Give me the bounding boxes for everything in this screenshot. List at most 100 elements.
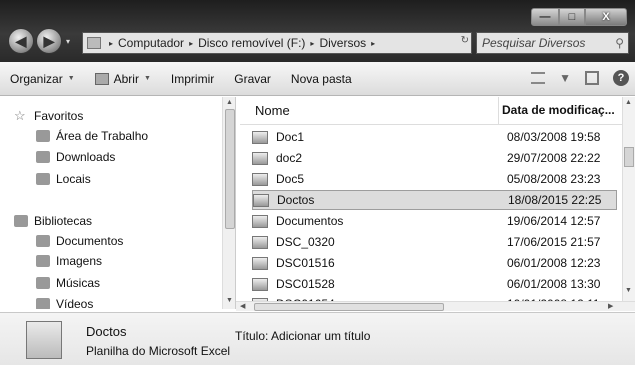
chevron-down-icon: ▼	[67, 75, 75, 82]
refresh-icon[interactable]: ↻	[461, 35, 469, 46]
organize-button[interactable]: Organizar ▼	[0, 62, 85, 95]
libraries-icon	[14, 215, 28, 227]
open-icon	[94, 72, 109, 85]
sidebar-item-downloads[interactable]: Downloads	[36, 148, 115, 166]
details-title-field[interactable]: Título: Adicionar um título	[235, 329, 370, 343]
sidebar-item-label: Imagens	[56, 254, 103, 268]
scroll-down-icon[interactable]: ▼	[226, 297, 233, 304]
file-row[interactable]: DSC01516 06/01/2008 12:23	[252, 254, 617, 272]
image-icon	[252, 277, 268, 291]
sidebar-item-locais[interactable]: Locais	[36, 170, 91, 188]
scroll-right-icon[interactable]: ▶	[608, 302, 613, 310]
music-icon	[36, 277, 50, 289]
preview-pane-icon[interactable]	[585, 71, 599, 85]
sidebar-favorites[interactable]: ☆ Favoritos	[14, 107, 84, 125]
star-icon: ☆	[14, 108, 26, 123]
file-list: Nome Data de modificaç... Doc1 08/03/200…	[240, 97, 635, 309]
scrollbar-thumb[interactable]	[624, 147, 634, 167]
doc-icon	[252, 130, 268, 144]
sidebar-item-videos[interactable]: Vídeos	[36, 295, 93, 309]
sidebar-scrollbar[interactable]: ▲ ▼	[222, 97, 235, 309]
back-button[interactable]: ◀	[8, 28, 34, 54]
sidebar-item-label: Músicas	[56, 276, 101, 290]
sidebar-item-label: Downloads	[56, 150, 116, 164]
sidebar-item-label: Área de Trabalho	[56, 129, 149, 143]
explorer-window: — □ X ◀ ▶ ▾ ▸ Computador ▸ Disco removív…	[0, 0, 635, 365]
maximize-button[interactable]: □	[559, 8, 585, 26]
file-date: 06/01/2008 13:30	[507, 277, 601, 291]
view-controls: ▼ ?	[531, 70, 629, 86]
file-date: 18/08/2015 22:25	[508, 193, 602, 207]
column-divider[interactable]	[498, 97, 499, 125]
file-row[interactable]: DSC01528 06/01/2008 13:30	[252, 275, 617, 293]
details-pane: Doctos Planilha do Microsoft Excel Títul…	[0, 312, 635, 365]
documents-icon	[36, 235, 50, 247]
folder-icon	[87, 37, 101, 49]
file-name: DSC01528	[276, 277, 335, 291]
sidebar-item-desktop[interactable]: Área de Trabalho	[36, 127, 148, 145]
sidebar-item-label: Vídeos	[56, 297, 94, 309]
open-button[interactable]: Abrir ▼	[85, 62, 161, 95]
search-input[interactable]: Pesquisar Diversos ⚲	[476, 32, 629, 54]
recent-pages-dropdown[interactable]: ▾	[66, 37, 70, 46]
breadcrumb-diversos[interactable]: Diversos	[316, 36, 369, 50]
column-header-date[interactable]: Data de modificaç...	[502, 103, 615, 117]
file-row-selected[interactable]: Doctos 18/08/2015 22:25	[252, 190, 617, 210]
new-folder-button[interactable]: Nova pasta	[281, 62, 362, 95]
change-view-icon[interactable]	[531, 72, 546, 84]
breadcrumb-separator[interactable]: ▸	[369, 39, 377, 48]
downloads-icon	[36, 151, 50, 163]
videos-icon	[36, 298, 50, 309]
horizontal-scrollbar[interactable]: ◀ ▶	[236, 301, 635, 311]
sidebar-item-label: Favoritos	[34, 109, 84, 123]
breadcrumb-computer[interactable]: Computador	[115, 36, 187, 50]
address-bar[interactable]: ▸ Computador ▸ Disco removível (F:) ▸ Di…	[82, 32, 472, 54]
image-icon	[252, 256, 268, 270]
sidebar-item-documents[interactable]: Documentos	[36, 232, 123, 250]
breadcrumb-separator[interactable]: ▸	[308, 39, 316, 48]
file-name: DSC01516	[276, 256, 335, 270]
sidebar-libraries[interactable]: Bibliotecas	[14, 212, 92, 230]
breadcrumb-separator[interactable]: ▸	[107, 39, 115, 48]
forward-button[interactable]: ▶	[36, 28, 62, 54]
burn-button[interactable]: Gravar	[224, 62, 281, 95]
help-icon[interactable]: ?	[613, 70, 629, 86]
doc-icon	[252, 151, 268, 165]
file-date: 29/07/2008 22:22	[507, 151, 601, 165]
chevron-down-icon[interactable]: ▼	[559, 71, 571, 85]
file-list-scrollbar[interactable]: ▲ ▼	[622, 97, 635, 309]
scroll-down-icon[interactable]: ▼	[625, 287, 632, 294]
doc-icon	[252, 172, 268, 186]
file-name: Documentos	[276, 214, 344, 228]
minimize-button[interactable]: —	[531, 8, 559, 26]
sidebar-item-images[interactable]: Imagens	[36, 252, 102, 270]
column-headers: Nome Data de modificaç...	[240, 97, 635, 125]
breadcrumb-removable-disk[interactable]: Disco removível (F:)	[195, 36, 308, 50]
details-file-type: Planilha do Microsoft Excel	[86, 344, 231, 358]
close-button[interactable]: X	[585, 8, 627, 26]
file-row[interactable]: doc2 29/07/2008 22:22	[252, 149, 617, 167]
file-name: Doc5	[276, 172, 305, 186]
scroll-left-icon[interactable]: ◀	[240, 302, 245, 310]
file-row[interactable]: DSC_0320 17/06/2015 21:57	[252, 233, 617, 251]
image-icon	[252, 235, 268, 249]
scrollbar-thumb[interactable]	[225, 109, 235, 229]
sidebar-item-label: Locais	[56, 172, 91, 186]
breadcrumb-separator[interactable]: ▸	[187, 39, 195, 48]
column-header-name[interactable]: Nome	[255, 103, 290, 118]
doc-icon	[252, 214, 268, 228]
print-button[interactable]: Imprimir	[161, 62, 224, 95]
file-name: Doc1	[276, 130, 305, 144]
file-row[interactable]: Documentos 19/06/2014 12:57	[252, 212, 617, 230]
search-icon[interactable]: ⚲	[615, 36, 624, 50]
sidebar-item-music[interactable]: Músicas	[36, 274, 100, 292]
scrollbar-thumb[interactable]	[254, 303, 444, 311]
file-row[interactable]: Doc5 05/08/2008 23:23	[252, 170, 617, 188]
scroll-up-icon[interactable]: ▲	[226, 99, 233, 106]
file-row[interactable]: Doc1 08/03/2008 19:58	[252, 128, 617, 146]
navigation-buttons: ◀ ▶ ▾	[8, 28, 70, 54]
scroll-up-icon[interactable]: ▲	[625, 99, 632, 106]
sidebar-item-label: Documentos	[56, 234, 124, 248]
details-file-name: Doctos	[86, 324, 127, 339]
file-name: DSC_0320	[276, 235, 335, 249]
